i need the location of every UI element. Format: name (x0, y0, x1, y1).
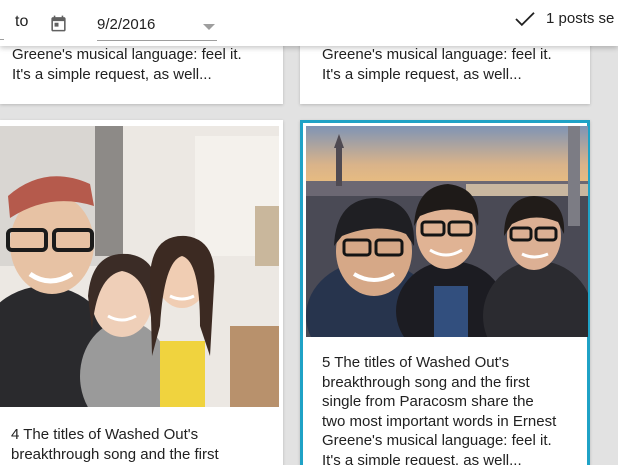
check-icon (515, 12, 535, 27)
post-excerpt: Greene's musical language: feel it. It's… (12, 46, 242, 83)
post-card[interactable]: 4 The titles of Washed Out's breakthroug… (0, 120, 283, 465)
start-date-field-edge[interactable] (0, 39, 4, 40)
post-excerpt: 4 The titles of Washed Out's breakthroug… (11, 426, 219, 463)
post-excerpt: 5 The titles of Washed Out's breakthroug… (322, 354, 557, 465)
calendar-icon[interactable] (49, 14, 68, 33)
selected-posts-count: 1 posts se (546, 10, 615, 27)
end-date-value: 9/2/2016 (97, 16, 156, 33)
post-excerpt: Greene's musical language: feel it. It's… (322, 46, 552, 83)
post-photo (0, 126, 279, 407)
posts-grid-screen: Greene's musical language: feel it. It's… (0, 0, 618, 465)
date-filter-bar: to 9/2/2016 1 posts se (0, 0, 618, 46)
end-date-picker[interactable]: 9/2/2016 (97, 9, 217, 41)
dropdown-arrow-icon[interactable] (203, 24, 215, 30)
post-card-selected[interactable]: 5 The titles of Washed Out's breakthroug… (300, 120, 590, 465)
post-photo (306, 126, 588, 337)
date-range-to-label: to (15, 13, 29, 30)
